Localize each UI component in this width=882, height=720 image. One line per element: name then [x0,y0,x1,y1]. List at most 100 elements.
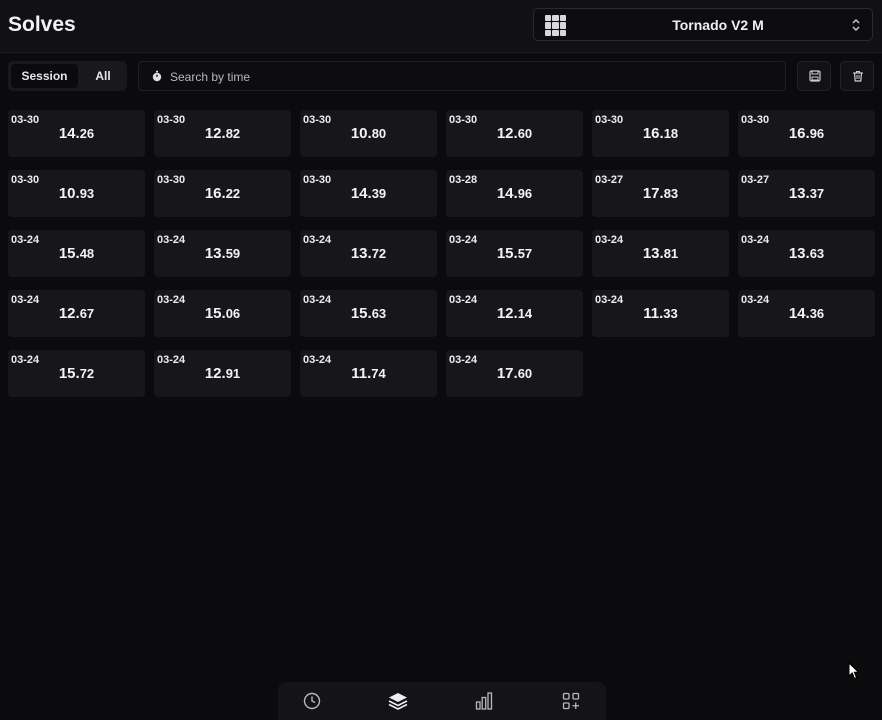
solve-time: 15.06 [154,305,291,323]
solve-time-centiseconds: 82 [225,126,241,141]
solve-time: 10.80 [300,125,437,143]
solve-time-seconds: 12. [204,125,226,142]
solve-time: 16.22 [154,185,291,203]
solve-time-centiseconds: 39 [371,186,387,201]
solve-card[interactable]: 03-30 10.93 [8,170,145,217]
solve-time-seconds: 13. [788,245,810,262]
solve-time: 15.72 [8,365,145,383]
bar-chart-icon [475,692,493,710]
solve-time-centiseconds: 36 [809,306,825,321]
solve-card[interactable]: 03-24 13.81 [592,230,729,277]
solve-card[interactable]: 03-30 14.39 [300,170,437,217]
session-filter-toggle: Session All [8,61,127,91]
app-header: Solves Tornado V2 M [0,0,882,53]
solve-time: 12.82 [154,125,291,143]
solve-card[interactable]: 03-28 14.96 [446,170,583,217]
solve-card[interactable]: 03-24 13.63 [738,230,875,277]
solve-card[interactable]: 03-30 12.82 [154,110,291,157]
solve-time-centiseconds: 26 [79,126,95,141]
solve-card[interactable]: 03-24 15.72 [8,350,145,397]
solve-time-centiseconds: 67 [79,306,95,321]
solve-time: 15.48 [8,245,145,263]
solve-card[interactable]: 03-30 12.60 [446,110,583,157]
apps-add-icon [562,692,580,710]
solve-card[interactable]: 03-24 12.67 [8,290,145,337]
solve-card[interactable]: 03-30 10.80 [300,110,437,157]
solve-time-seconds: 13. [350,245,372,262]
solve-time-centiseconds: 74 [371,366,386,381]
solve-time: 15.57 [446,245,583,263]
solve-time-centiseconds: 81 [663,246,679,261]
nav-more[interactable] [541,682,601,720]
solve-time-seconds: 17. [496,365,518,382]
solve-time: 12.14 [446,305,583,323]
solve-card[interactable]: 03-24 11.74 [300,350,437,397]
solve-time-seconds: 14. [496,185,518,202]
solve-time-centiseconds: 14 [517,306,533,321]
solve-card[interactable]: 03-27 17.83 [592,170,729,217]
solve-time-seconds: 15. [204,305,226,322]
solve-time-centiseconds: 96 [517,186,533,201]
tab-session[interactable]: Session [11,64,78,88]
solve-time: 14.39 [300,185,437,203]
solve-time-seconds: 10. [350,125,372,142]
solve-time-centiseconds: 72 [371,246,387,261]
solve-time-centiseconds: 59 [225,246,241,261]
bottom-nav [278,682,606,720]
solve-time-centiseconds: 63 [809,246,825,261]
nav-solves[interactable] [368,682,428,720]
solve-time: 13.63 [738,245,875,263]
tab-all[interactable]: All [84,64,122,88]
solve-card[interactable]: 03-24 12.14 [446,290,583,337]
solve-card[interactable]: 03-24 12.91 [154,350,291,397]
solve-card[interactable]: 03-24 15.63 [300,290,437,337]
cube-type-select[interactable]: Tornado V2 M [533,8,873,41]
solve-card[interactable]: 03-24 17.60 [446,350,583,397]
solve-time-seconds: 14. [58,125,80,142]
nav-timer[interactable] [282,682,342,720]
save-button[interactable] [797,61,831,91]
solve-time-centiseconds: 06 [225,306,241,321]
solve-time-centiseconds: 60 [517,366,533,381]
solve-time-centiseconds: 60 [517,126,533,141]
solve-card[interactable]: 03-27 13.37 [738,170,875,217]
layers-icon [388,693,408,710]
solve-card[interactable]: 03-30 16.22 [154,170,291,217]
solve-time-seconds: 13. [788,185,810,202]
solve-card[interactable]: 03-30 16.18 [592,110,729,157]
solve-card[interactable]: 03-24 13.72 [300,230,437,277]
nav-stats[interactable] [454,682,514,720]
search-input[interactable] [168,62,772,92]
solve-time-centiseconds: 63 [371,306,387,321]
solve-time: 10.93 [8,185,145,203]
solve-time: 11.74 [300,365,437,383]
solve-time-centiseconds: 37 [809,186,825,201]
page-title: Solves [8,13,76,36]
mouse-cursor-icon [848,662,860,680]
search-box [138,61,786,92]
solve-time-seconds: 12. [204,365,226,382]
solve-time-centiseconds: 33 [663,306,678,321]
solve-time: 12.60 [446,125,583,143]
stopwatch-icon [152,70,162,82]
solve-time-seconds: 16. [642,125,664,142]
solve-time-centiseconds: 22 [225,186,241,201]
solve-card[interactable]: 03-24 15.48 [8,230,145,277]
solve-card[interactable]: 03-24 15.57 [446,230,583,277]
solve-card[interactable]: 03-24 11.33 [592,290,729,337]
solve-time-seconds: 10. [58,185,80,202]
solve-time-seconds: 13. [204,245,226,262]
solves-grid: 03-30 14.26 03-30 12.82 03-30 10.80 03-30 12.60… [8,110,875,397]
solve-card[interactable]: 03-24 14.36 [738,290,875,337]
solve-card[interactable]: 03-30 14.26 [8,110,145,157]
solve-time: 13.72 [300,245,437,263]
solve-time-seconds: 13. [642,245,664,262]
solve-card[interactable]: 03-24 13.59 [154,230,291,277]
solve-card[interactable]: 03-30 16.96 [738,110,875,157]
solve-time-centiseconds: 93 [79,186,95,201]
solve-time-seconds: 12. [496,305,518,322]
solve-time-seconds: 11. [351,365,372,382]
solve-time-centiseconds: 72 [79,366,95,381]
delete-button[interactable] [840,61,874,91]
solve-card[interactable]: 03-24 15.06 [154,290,291,337]
